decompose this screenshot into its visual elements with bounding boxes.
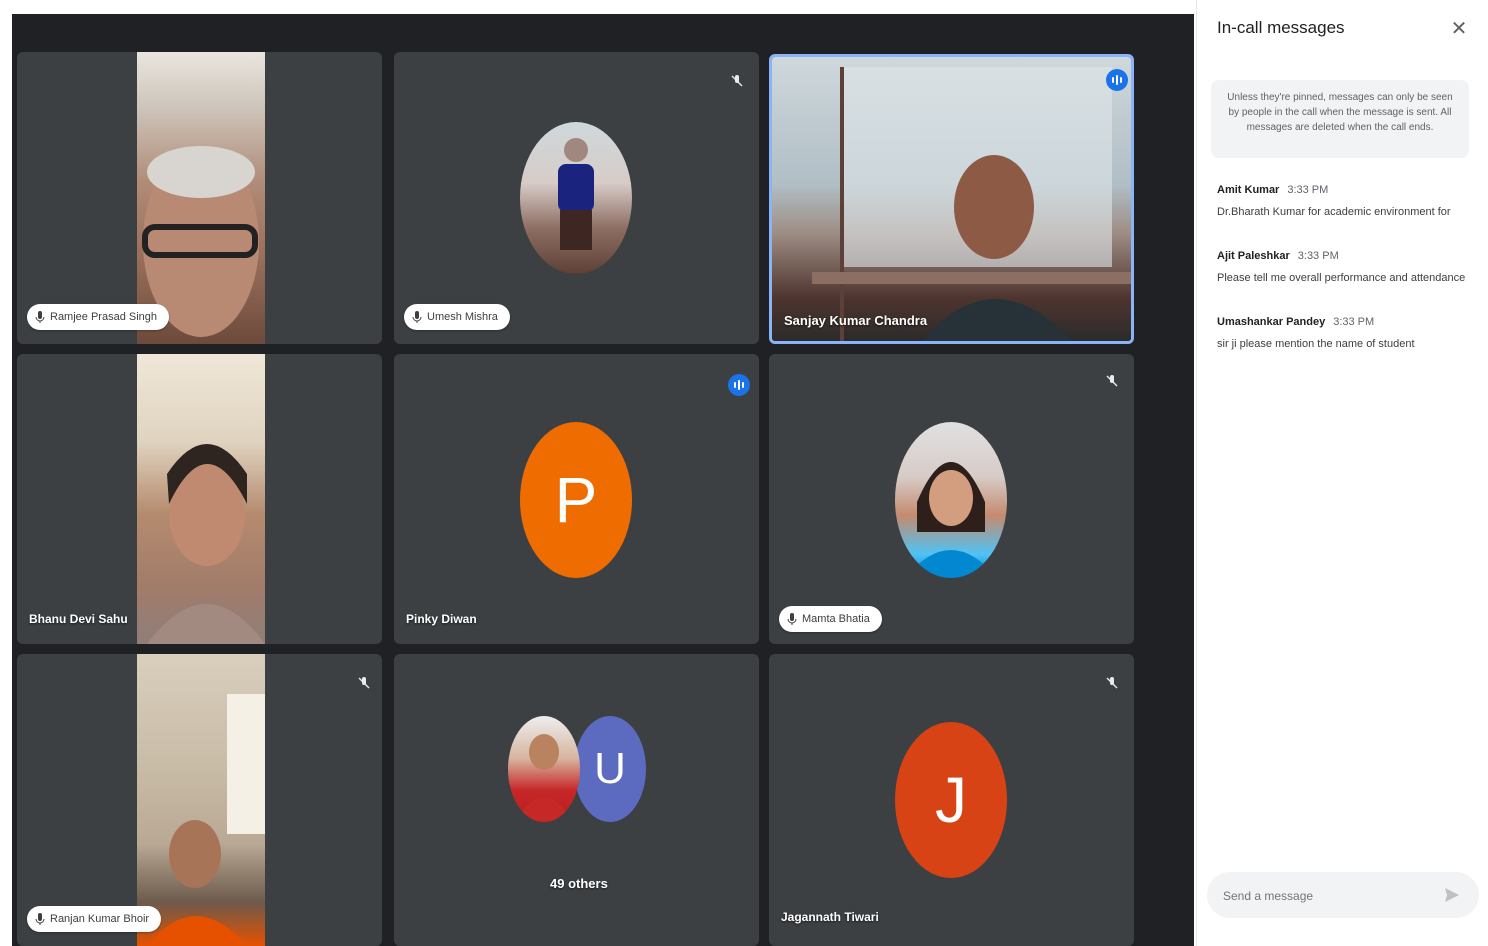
participant-name-pill: Mamta Bhatia — [779, 606, 882, 632]
avatar-letter: J — [935, 764, 967, 836]
speaking-indicator-icon — [728, 374, 750, 396]
mic-icon — [787, 613, 797, 625]
message-time: 3:33 PM — [1333, 316, 1375, 328]
avatar-letter: U — [594, 744, 626, 793]
message-text: sir ji please mention the name of studen… — [1217, 338, 1415, 350]
participant-name: Jagannath Tiwari — [781, 910, 879, 924]
mic-icon — [412, 311, 422, 323]
participant-tile[interactable]: Mamta Bhatia — [769, 354, 1134, 644]
message-header: Umashankar Pandey 3:33 PM — [1217, 316, 1477, 328]
message-sender: Ajit Paleshkar — [1217, 250, 1290, 262]
avatar: J — [895, 722, 1007, 878]
close-icon[interactable]: ✕ — [1449, 18, 1469, 40]
message-header: Amit Kumar 3:33 PM — [1217, 184, 1477, 196]
participant-tile-active-speaker[interactable]: Sanjay Kumar Chandra — [769, 54, 1134, 344]
avatar — [895, 422, 1007, 578]
mic-icon — [35, 913, 45, 925]
participant-name: Sanjay Kumar Chandra — [784, 313, 928, 328]
avatar — [508, 716, 580, 822]
message-time: 3:33 PM — [1297, 250, 1339, 262]
person-silhouette-icon — [514, 734, 574, 822]
participant-video — [772, 57, 1131, 341]
mic-off-icon — [358, 677, 370, 689]
messages-notice: Unless they're pinned, messages can only… — [1211, 80, 1469, 158]
panel-title: In-call messages — [1217, 18, 1345, 37]
person-silhouette-icon — [558, 138, 594, 250]
message-header: Ajit Paleshkar 3:33 PM — [1217, 250, 1477, 262]
avatar: U — [574, 716, 646, 822]
chat-message: Ajit Paleshkar 3:33 PM Please tell me ove… — [1217, 250, 1477, 284]
avatar — [520, 122, 632, 274]
chat-message: Amit Kumar 3:33 PM Dr.Bharath Kumar for a… — [1217, 184, 1477, 218]
in-call-messages-panel: In-call messages ✕ Unless they're pinned… — [1196, 0, 1488, 946]
meeting-stage: Ramjee Prasad Singh Umesh Mishra Sanjay … — [12, 14, 1194, 946]
person-silhouette-icon — [905, 462, 997, 578]
participant-name: Ramjee Prasad Singh — [50, 311, 158, 323]
avatar: P — [520, 422, 632, 578]
participant-tile[interactable]: Umesh Mishra — [394, 52, 759, 344]
chat-message: Umashankar Pandey 3:33 PM sir ji please m… — [1217, 316, 1477, 350]
message-input[interactable] — [1221, 884, 1435, 908]
participant-video — [137, 354, 265, 644]
person-silhouette-icon — [147, 444, 265, 644]
participant-tile[interactable]: P Pinky Diwan — [394, 354, 759, 644]
participant-name: Pinky Diwan — [406, 612, 477, 626]
send-icon[interactable] — [1443, 886, 1461, 904]
background-scene-icon — [812, 67, 1131, 341]
mic-off-icon — [731, 75, 743, 87]
message-composer — [1207, 872, 1479, 918]
participant-name-pill: Umesh Mishra — [404, 304, 510, 330]
mic-off-icon — [1106, 375, 1118, 387]
avatar-letter: P — [554, 464, 598, 536]
person-silhouette-icon — [142, 146, 259, 337]
mic-icon — [35, 311, 45, 323]
participant-name: Bhanu Devi Sahu — [29, 612, 128, 626]
speaking-indicator-icon — [1106, 69, 1128, 91]
participant-name: Mamta Bhatia — [802, 613, 870, 625]
participant-tile[interactable]: Ramjee Prasad Singh — [17, 52, 382, 344]
others-count-label: 49 others — [550, 876, 608, 891]
participant-name: Umesh Mishra — [427, 311, 498, 323]
message-time: 3:33 PM — [1287, 184, 1329, 196]
message-sender: Umashankar Pandey — [1217, 316, 1326, 328]
person-silhouette-icon — [147, 694, 265, 946]
participant-name-pill: Ramjee Prasad Singh — [27, 304, 170, 330]
message-sender: Amit Kumar — [1217, 184, 1280, 196]
participant-video — [137, 654, 265, 946]
message-text: Dr.Bharath Kumar for academic environmen… — [1217, 206, 1451, 218]
participant-tile[interactable]: Bhanu Devi Sahu — [17, 354, 382, 644]
participant-video — [137, 52, 265, 344]
others-tile[interactable]: U 49 others — [394, 654, 759, 946]
message-text: Please tell me overall performance and a… — [1217, 272, 1466, 284]
participant-name-pill: Ranjan Kumar Bhoir — [27, 906, 162, 932]
mic-off-icon — [1106, 677, 1118, 689]
participant-tile[interactable]: J Jagannath Tiwari — [769, 654, 1134, 946]
participant-name: Ranjan Kumar Bhoir — [50, 913, 150, 925]
participant-tile[interactable]: Ranjan Kumar Bhoir — [17, 654, 382, 946]
